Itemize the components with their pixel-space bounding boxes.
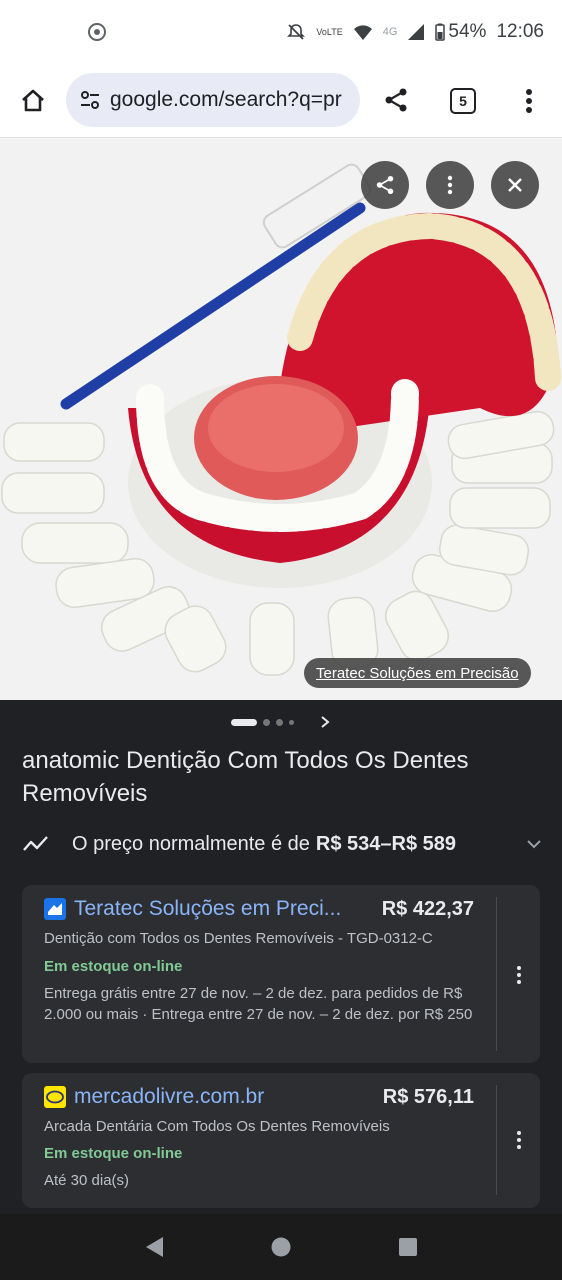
trend-icon [23, 836, 48, 851]
offer-shipping: Entrega grátis entre 27 de nov. – 2 de d… [44, 985, 473, 1023]
image-share-button[interactable] [361, 161, 409, 209]
pager-dot[interactable] [288, 719, 294, 725]
pager-dot[interactable] [262, 718, 270, 726]
address-bar[interactable]: google.com/search?q=pr [66, 73, 360, 127]
divider [496, 1085, 497, 1195]
recents-icon[interactable] [397, 1236, 419, 1258]
image-more-button[interactable] [426, 161, 474, 209]
more-vert-icon [526, 89, 532, 113]
clock: 12:06 [496, 21, 544, 42]
product-title: anatomic Dentição Com Todos Os Dentes Re… [22, 747, 469, 807]
battery-status: 54% [435, 21, 486, 43]
offer-shipping: Até 30 dia(s) [44, 1172, 130, 1189]
mute-icon [287, 24, 306, 40]
signal-icon [408, 24, 425, 40]
battery-icon [435, 23, 446, 41]
offer-header: mercadolivre.com.br R$ 576,11 [44, 1085, 474, 1109]
offer-card[interactable]: mercadolivre.com.br R$ 576,11 Arcada Den… [22, 1073, 540, 1208]
offer-price: R$ 576,11 [382, 1085, 474, 1108]
url-text: google.com/search?q=pr [110, 88, 342, 111]
pager-dot[interactable] [275, 718, 283, 726]
tab-count: 5 [459, 93, 467, 109]
home-button[interactable] [16, 84, 50, 118]
battery-percent: 54% [448, 21, 487, 42]
offer-card[interactable]: Teratec Soluções em Preci... R$ 422,37 D… [22, 885, 540, 1063]
share-button[interactable] [378, 82, 414, 118]
more-vert-icon [517, 966, 521, 970]
more-vert-icon [517, 1131, 521, 1135]
status-bar: VoLTE 4G 54% 12:06 [0, 0, 562, 64]
site-settings-icon [81, 91, 99, 109]
tab-switcher-button[interactable]: 5 [450, 88, 476, 114]
back-icon[interactable] [143, 1235, 165, 1259]
wifi-icon [353, 25, 372, 40]
price-range-row[interactable]: O preço normalmente é de R$ 534–R$ 589 [22, 826, 542, 862]
system-nav-bar [0, 1214, 562, 1280]
merchant-link[interactable]: Teratec Soluções em Preci... [74, 897, 341, 921]
product-image[interactable]: Teratec Soluções em Precisão [0, 138, 562, 700]
chrome-icon [88, 23, 106, 41]
image-carousel-pager [0, 712, 562, 732]
offer-description: Dentição com Todos os Dentes Removíveis … [44, 930, 433, 947]
image-source-link[interactable]: Teratec Soluções em Precisão [304, 658, 531, 688]
chevron-right-icon[interactable] [318, 715, 332, 729]
network-label: 4G [382, 26, 398, 38]
chevron-down-icon[interactable] [526, 836, 542, 852]
browser-toolbar: google.com/search?q=pr 5 [0, 64, 562, 138]
divider [496, 897, 497, 1051]
share-icon [385, 88, 407, 112]
merchant-favicon [44, 1086, 66, 1108]
image-close-button[interactable] [491, 161, 539, 209]
offer-header: Teratec Soluções em Preci... R$ 422,37 [44, 897, 474, 921]
home-nav-icon[interactable] [270, 1236, 292, 1258]
volte-indicator: VoLTE [316, 27, 343, 37]
merchant-favicon [44, 898, 66, 920]
dental-model-illustration [1, 163, 561, 676]
offer-more-button[interactable] [508, 1125, 530, 1155]
price-range-prefix: O preço normalmente é de [72, 832, 310, 855]
price-range-value: R$ 534–R$ 589 [315, 832, 457, 855]
offer-description: Arcada Dentária Com Todos Os Dentes Remo… [44, 1118, 390, 1135]
more-vert-icon [447, 175, 453, 195]
offer-price: R$ 422,37 [381, 897, 474, 920]
browser-menu-button[interactable] [514, 84, 544, 118]
offer-more-button[interactable] [508, 960, 530, 990]
offer-stock: Em estoque on-line [44, 958, 183, 975]
merchant-link[interactable]: mercadolivre.com.br [74, 1085, 264, 1109]
offer-stock: Em estoque on-line [44, 1145, 183, 1162]
close-icon [508, 178, 522, 192]
pager-dot-active[interactable] [230, 718, 257, 726]
share-icon [376, 175, 394, 195]
home-icon [22, 89, 44, 112]
